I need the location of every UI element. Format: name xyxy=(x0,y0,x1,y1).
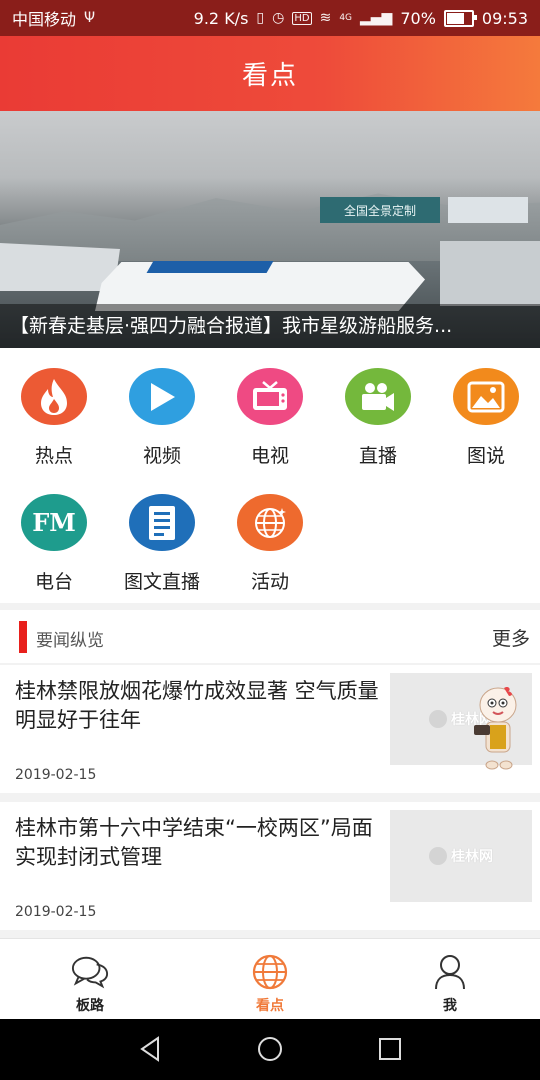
globe-icon xyxy=(251,953,289,991)
category-label: 电台 xyxy=(34,571,73,593)
category-label: 活动 xyxy=(250,571,289,593)
mascot-icon xyxy=(474,686,517,770)
clock: 09:53 xyxy=(481,8,528,28)
news-thumbnail[interactable]: 桂林网 xyxy=(390,810,532,902)
user-icon xyxy=(431,953,469,991)
signal-icon: ▂▄▆ xyxy=(360,10,393,26)
banner-boat-stripe xyxy=(146,261,274,273)
page-title: 看点 xyxy=(241,61,298,91)
system-nav-bar xyxy=(0,1019,540,1080)
thumbnail-logo-text: 桂林网 xyxy=(451,849,493,865)
hd-badge: HD xyxy=(292,11,312,25)
news-thumbnail[interactable]: 桂林网 xyxy=(390,673,532,770)
tab-label: 看点 xyxy=(256,998,284,1014)
document-icon xyxy=(129,494,195,551)
category-video[interactable]: 视频 xyxy=(108,348,216,468)
category-tv[interactable]: 电视 xyxy=(216,348,324,468)
picture-icon xyxy=(453,368,519,425)
network-speed: 9.2 K/s xyxy=(193,8,249,28)
tab-banlu[interactable]: 板路 xyxy=(0,939,180,1020)
banner-sign xyxy=(448,197,528,223)
tab-kandian[interactable]: 看点 xyxy=(180,939,360,1020)
category-activity[interactable]: 活动 xyxy=(216,474,324,594)
tv-icon xyxy=(237,368,303,425)
banner-caption[interactable]: 【新春走基层·强四力融合报道】我市星级游船服务... xyxy=(0,304,540,348)
category-live[interactable]: 直播 xyxy=(324,348,432,468)
section-marker xyxy=(19,621,27,653)
banner-sign: 全国全景定制 xyxy=(320,197,440,223)
news-date: 2019-02-15 xyxy=(15,904,97,920)
back-icon[interactable] xyxy=(134,1033,166,1065)
category-grid: 热点 视频 电视 直播 图说 FM 电台 图文直播 活动 xyxy=(0,348,540,603)
tab-label: 板路 xyxy=(76,998,104,1014)
category-label: 图文直播 xyxy=(123,571,200,593)
category-label: 直播 xyxy=(358,445,397,467)
tab-me[interactable]: 我 xyxy=(360,939,540,1020)
battery-fill xyxy=(446,12,464,24)
category-text-live[interactable]: 图文直播 xyxy=(108,474,216,594)
banner-carousel[interactable]: 全国全景定制 【新春走基层·强四力融合报道】我市星级游船服务... xyxy=(0,111,540,348)
category-label: 图说 xyxy=(466,445,505,467)
app-header: 看点 xyxy=(0,36,540,111)
news-item[interactable]: 桂林市第十六中学结束“一校两区”局面 实现封闭式管理 2019-02-15 桂林… xyxy=(0,802,540,930)
logo-mark xyxy=(429,847,447,865)
carrier-label: 中国移动 xyxy=(12,10,77,29)
news-date: 2019-02-15 xyxy=(15,767,97,783)
fire-icon xyxy=(21,368,87,425)
tab-label: 我 xyxy=(443,998,457,1014)
section-header: 要闻纵览 更多 xyxy=(0,610,540,663)
news-item[interactable]: 桂林禁限放烟花爆竹成效显著 空气质量明显好于往年 2019-02-15 桂林网 xyxy=(0,665,540,793)
home-icon[interactable] xyxy=(254,1033,286,1065)
battery-percent: 70% xyxy=(400,8,436,28)
category-hot[interactable]: 热点 xyxy=(0,348,108,468)
thumbnail-logo: 桂林网 xyxy=(429,846,493,866)
battery-icon xyxy=(443,9,477,27)
section-title: 要闻纵览 xyxy=(36,631,104,651)
banner-boat xyxy=(440,241,540,306)
news-headline[interactable]: 桂林禁限放烟花爆竹成效显著 空气质量明显好于往年 xyxy=(15,677,383,735)
category-label: 视频 xyxy=(142,445,181,467)
play-icon xyxy=(129,368,195,425)
vibrate-icon: ▯ xyxy=(256,10,265,26)
status-bar: 中国移动 Ψ 9.2 K/s ▯ ◷ HD ≋ 4G ▂▄▆ 70% 09:53 xyxy=(0,0,540,36)
category-label: 热点 xyxy=(34,445,73,467)
logo-mark xyxy=(429,710,447,728)
globe-icon xyxy=(237,494,303,551)
camera-icon xyxy=(345,368,411,425)
news-headline[interactable]: 桂林市第十六中学结束“一校两区”局面 实现封闭式管理 xyxy=(15,814,383,872)
more-link[interactable]: 更多 xyxy=(492,624,530,651)
category-pictures[interactable]: 图说 xyxy=(432,348,540,468)
usb-icon: Ψ xyxy=(84,10,96,26)
wifi-icon: ≋ xyxy=(319,10,332,26)
category-label: 电视 xyxy=(250,445,289,467)
bottom-tab-bar: 板路 看点 我 xyxy=(0,938,540,1020)
chat-bubbles-icon xyxy=(71,953,109,991)
category-radio[interactable]: FM 电台 xyxy=(0,474,108,594)
fm-radio-icon: FM xyxy=(21,494,87,551)
signal-type: 4G xyxy=(339,13,353,23)
alarm-icon: ◷ xyxy=(272,10,285,26)
recents-icon[interactable] xyxy=(374,1033,406,1065)
